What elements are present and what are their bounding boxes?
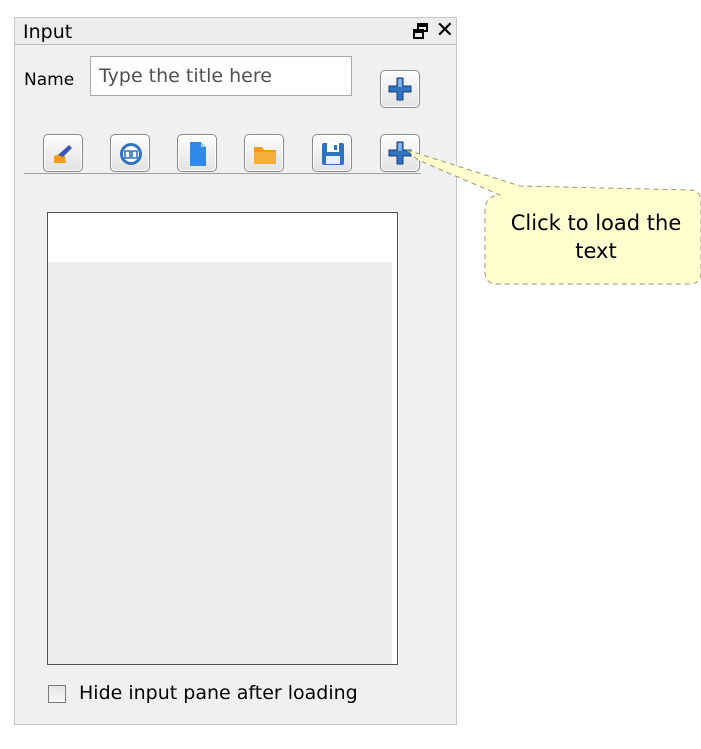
tooltip-callout: [406, 149, 701, 285]
tooltip-text: Click to load the text: [510, 211, 682, 263]
